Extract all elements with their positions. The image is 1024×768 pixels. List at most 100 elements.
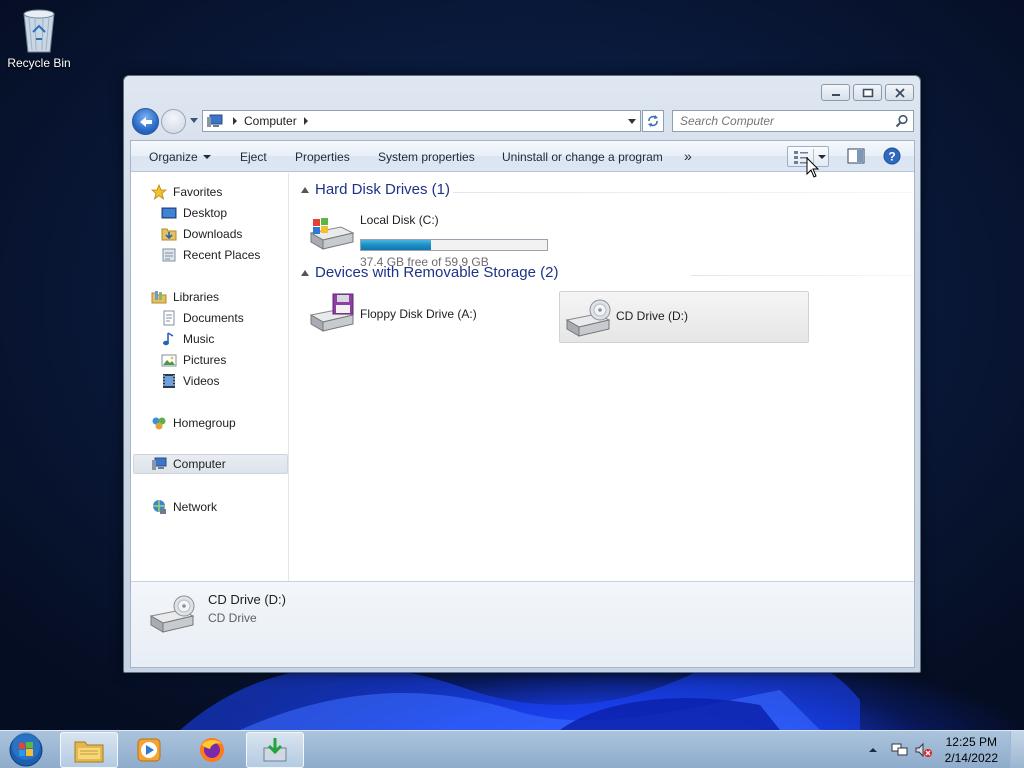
homegroup-icon: [152, 417, 166, 430]
chevron-right-icon[interactable]: [303, 117, 309, 125]
nav-label: Desktop: [183, 206, 228, 220]
nav-label: Homegroup: [173, 416, 236, 430]
details-item-name: CD Drive (D:): [208, 592, 286, 607]
clock-time: 12:25 PM: [945, 735, 997, 749]
windows-logo-icon: [9, 732, 43, 767]
details-item-type: CD Drive: [208, 611, 257, 625]
music-icon: [163, 332, 174, 346]
drive-name: CD Drive (D:): [616, 309, 688, 323]
navigation-bar: Computer: [132, 106, 914, 136]
search-input[interactable]: [673, 111, 883, 131]
organize-label: Organize: [149, 150, 198, 164]
content-frame: Organize Eject Properties System propert…: [130, 140, 915, 668]
navigation-pane: Favorites Desktop Downloads Recent Place…: [131, 173, 289, 583]
collapse-icon: [301, 269, 309, 276]
refresh-icon: [648, 115, 658, 127]
network-tray-icon[interactable]: [891, 742, 909, 758]
capacity-bar: [360, 239, 548, 251]
group-header-removable-storage[interactable]: Devices with Removable Storage (2): [301, 264, 558, 281]
preview-pane-icon[interactable]: [847, 148, 865, 164]
notification-area: 12:25 PM 2/14/2022: [867, 731, 1024, 768]
group-header-hard-disk-drives[interactable]: Hard Disk Drives (1): [301, 181, 450, 198]
documents-icon: [163, 310, 175, 326]
taskbar-explorer-button[interactable]: [60, 732, 118, 768]
properties-button[interactable]: Properties: [295, 150, 350, 164]
nav-favorites[interactable]: Favorites: [151, 182, 222, 202]
address-bar[interactable]: Computer: [202, 110, 641, 132]
drive-local-disk-c[interactable]: Local Disk (C:) 37.4 GB free of 59.9 GB: [307, 213, 567, 269]
star-icon: [151, 184, 167, 200]
nav-item-desktop[interactable]: Desktop: [161, 203, 227, 223]
hard-disk-windows-icon: [309, 218, 355, 250]
nav-libraries[interactable]: Libraries: [151, 287, 219, 307]
clock[interactable]: 12:25 PM 2/14/2022: [945, 734, 998, 766]
nav-label: Recent Places: [183, 248, 261, 262]
nav-item-pictures[interactable]: Pictures: [161, 350, 226, 370]
nav-label: Videos: [183, 374, 220, 388]
address-dropdown-icon[interactable]: [626, 115, 638, 127]
nav-label: Favorites: [173, 185, 223, 199]
back-arrow-icon: [139, 116, 152, 127]
media-player-icon: [137, 738, 161, 762]
desktop-icon: [161, 207, 177, 219]
mouse-pointer-icon: [806, 157, 820, 178]
drive-floppy-a[interactable]: Floppy Disk Drive (A:): [307, 293, 547, 335]
cd-drive-icon: [149, 595, 195, 633]
taskbar-installer-button[interactable]: [246, 732, 304, 768]
search-box[interactable]: [672, 110, 914, 132]
organize-button[interactable]: Organize: [149, 150, 211, 164]
recent-pages-dropdown-icon[interactable]: [189, 117, 199, 125]
nav-item-documents[interactable]: Documents: [161, 308, 244, 328]
back-button[interactable]: [132, 108, 159, 135]
nav-network[interactable]: Network: [151, 497, 217, 517]
capacity-bar-fill: [361, 240, 431, 250]
uninstall-program-button[interactable]: Uninstall or change a program: [502, 150, 663, 164]
show-desktop-button[interactable]: [1010, 731, 1024, 768]
desktop-icon-recycle-bin[interactable]: Recycle Bin: [6, 6, 72, 70]
forward-button[interactable]: [161, 109, 186, 134]
search-icon[interactable]: [895, 114, 909, 128]
divider: [453, 192, 913, 193]
close-button[interactable]: [885, 84, 914, 101]
taskbar-firefox-button[interactable]: [183, 732, 241, 768]
desktop-icon-label: Recycle Bin: [7, 56, 71, 70]
floppy-drive-icon: [309, 293, 355, 332]
nav-homegroup[interactable]: Homegroup: [151, 413, 236, 433]
help-icon[interactable]: ?: [883, 147, 901, 165]
computer-icon: [207, 114, 223, 127]
nav-computer[interactable]: Computer: [133, 454, 288, 474]
minimize-icon: [831, 93, 840, 96]
drive-name: Local Disk (C:): [360, 213, 439, 227]
close-icon: [894, 87, 905, 98]
minimize-button[interactable]: [821, 84, 850, 101]
maximize-button[interactable]: [853, 84, 882, 101]
nav-label: Documents: [183, 311, 244, 325]
computer-icon: [152, 457, 167, 470]
clock-date: 2/14/2022: [944, 751, 998, 765]
command-bar: Organize Eject Properties System propert…: [131, 141, 914, 172]
drive-cd-d[interactable]: CD Drive (D:): [559, 291, 809, 343]
svg-text:?: ?: [888, 150, 895, 164]
nav-label: Network: [173, 500, 218, 514]
explorer-window: Computer Organize Eject: [123, 75, 921, 673]
breadcrumb-item-computer[interactable]: Computer: [244, 114, 297, 128]
group-title: Hard Disk Drives (1): [315, 181, 451, 198]
collapse-icon: [301, 186, 309, 193]
nav-label: Pictures: [183, 353, 227, 367]
taskbar-media-player-button[interactable]: [120, 732, 178, 768]
system-properties-button[interactable]: System properties: [378, 150, 475, 164]
more-commands-button[interactable]: »: [684, 148, 692, 164]
nav-item-videos[interactable]: Videos: [161, 371, 219, 391]
caption-buttons: [821, 84, 914, 101]
videos-icon: [163, 374, 175, 388]
cd-drive-icon: [565, 299, 611, 337]
nav-item-recent-places[interactable]: Recent Places: [161, 245, 260, 265]
nav-item-downloads[interactable]: Downloads: [161, 224, 242, 244]
start-button[interactable]: [6, 732, 46, 768]
refresh-button[interactable]: [642, 110, 664, 132]
items-view: Hard Disk Drives (1) Local Disk (C:) 37.…: [291, 173, 914, 583]
volume-muted-icon[interactable]: [915, 742, 933, 758]
nav-item-music[interactable]: Music: [161, 329, 214, 349]
eject-button[interactable]: Eject: [240, 150, 267, 164]
show-hidden-icons-icon[interactable]: [867, 745, 879, 755]
